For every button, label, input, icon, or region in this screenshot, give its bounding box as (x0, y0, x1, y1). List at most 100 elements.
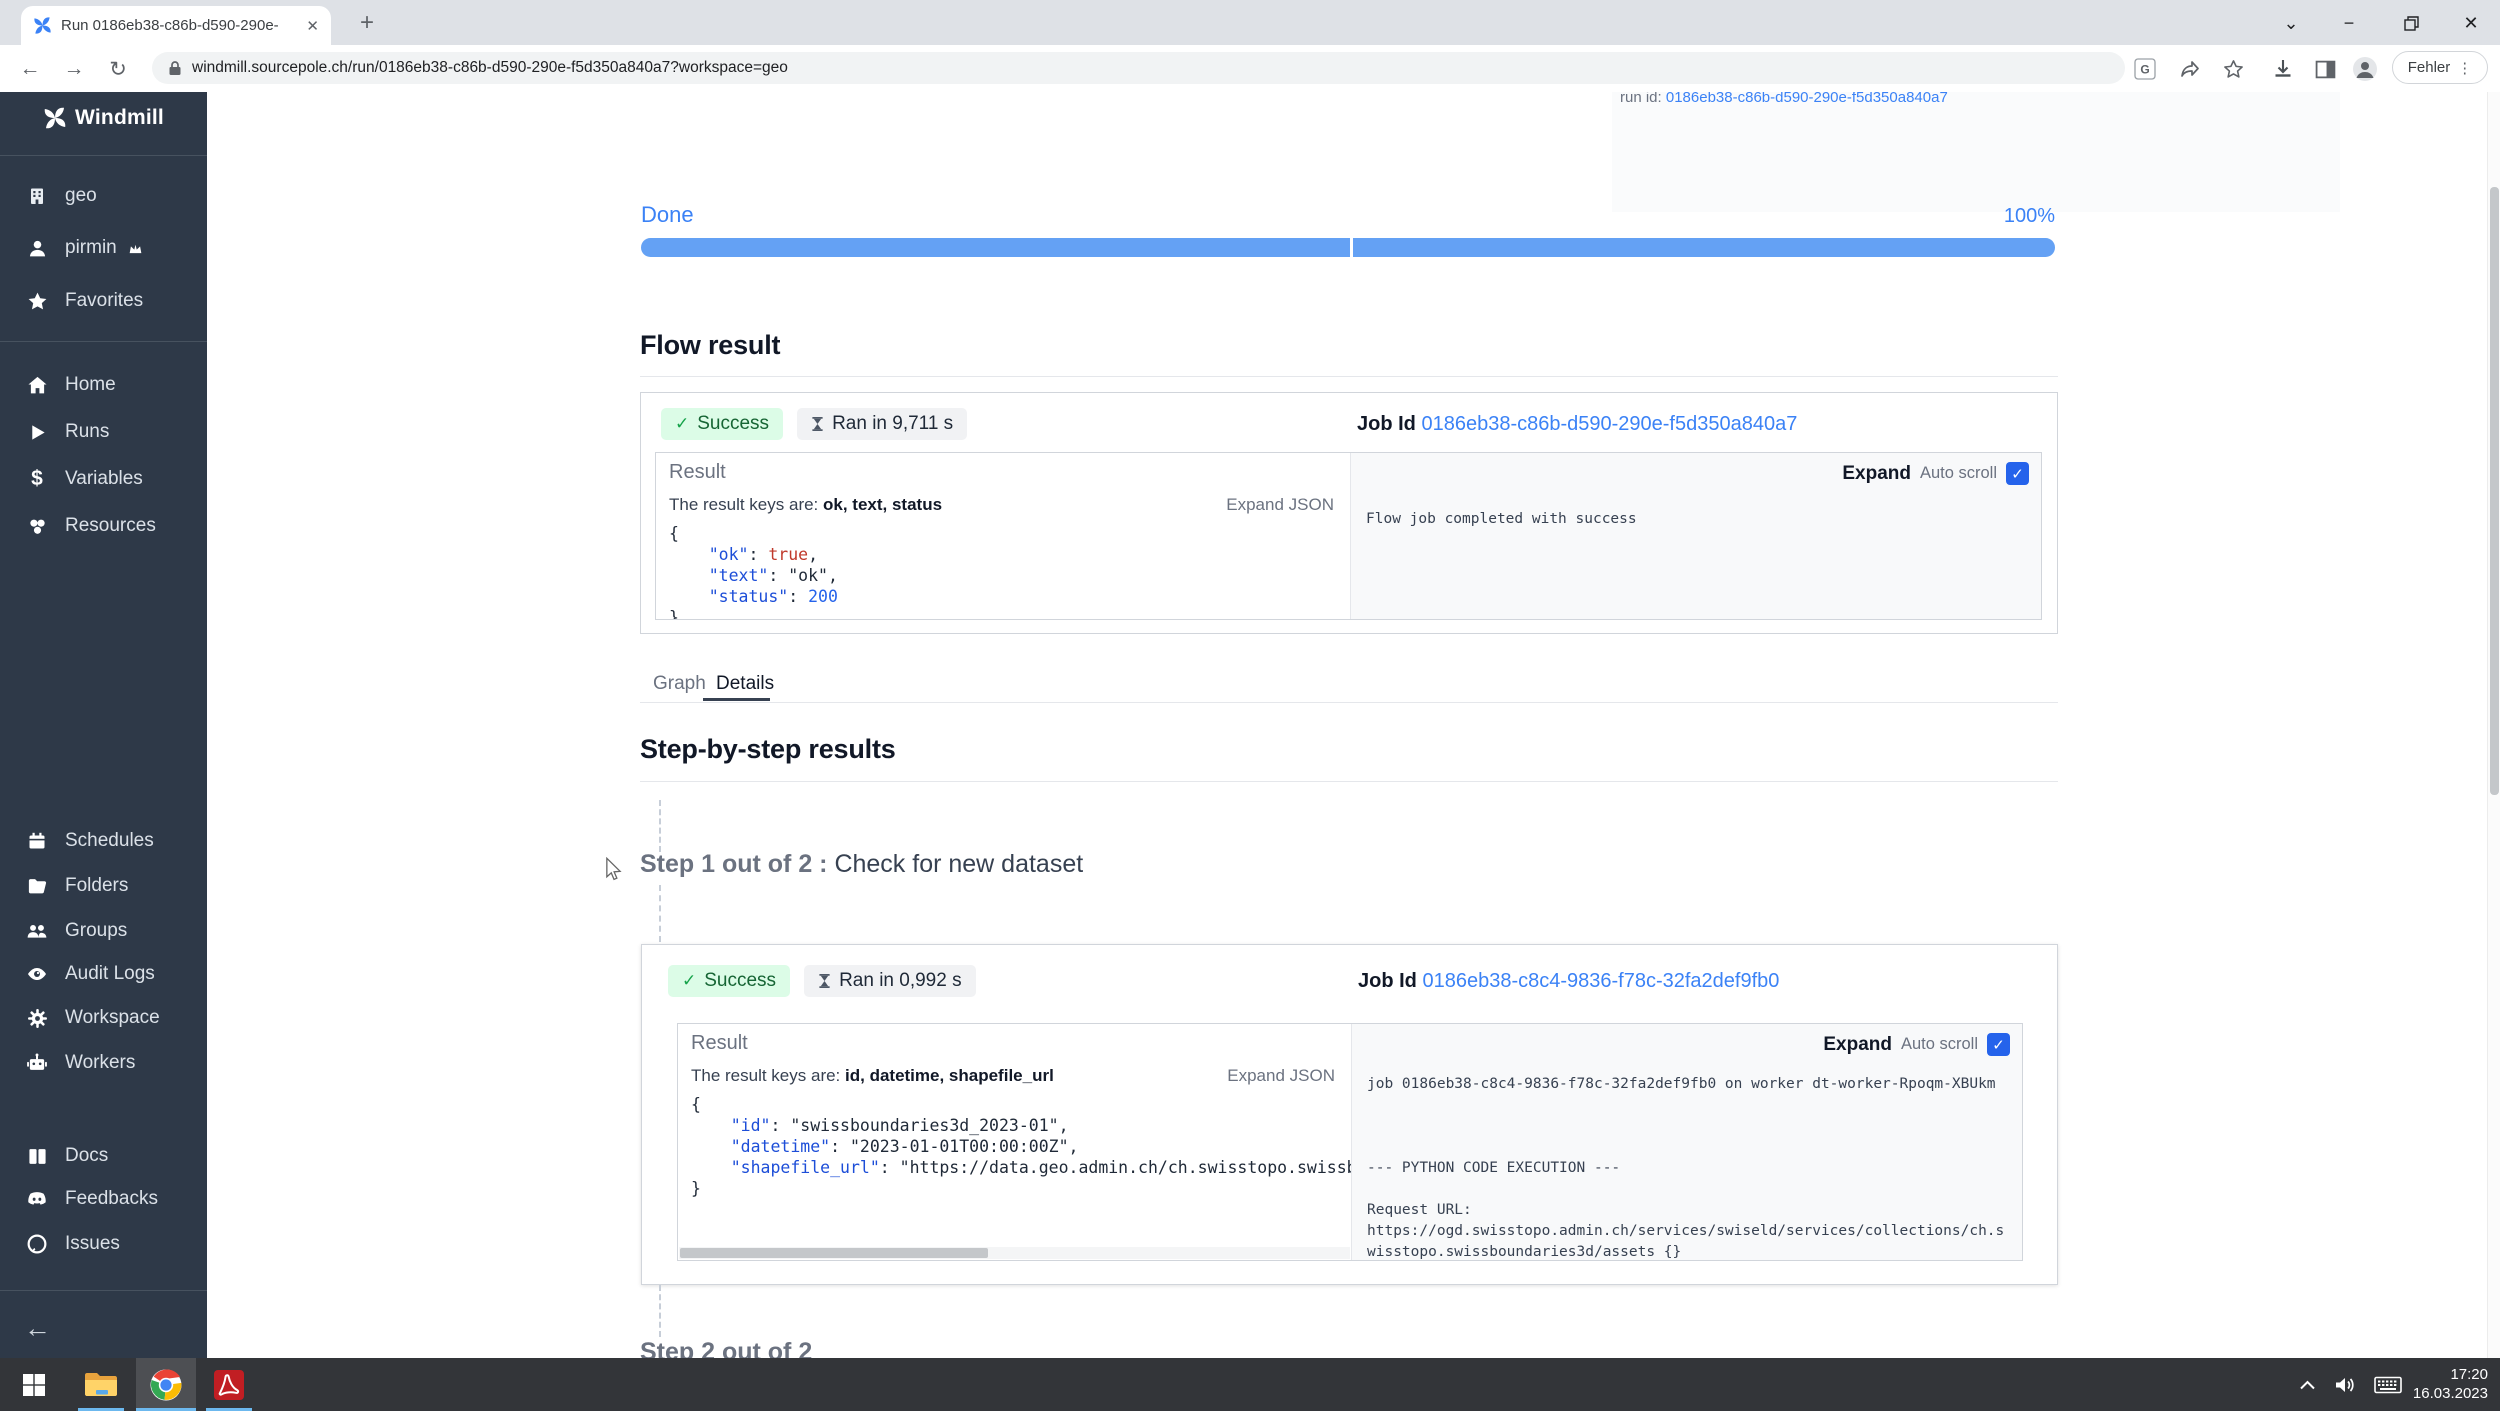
profile-error-button[interactable]: Fehler ⋮ (2392, 51, 2488, 84)
result-panel: Result The result keys are: id, datetime… (677, 1023, 2023, 1261)
side-panel-icon[interactable] (2312, 56, 2338, 82)
sidebar-item-user-pirmin[interactable]: pirmin (26, 237, 143, 259)
check-icon: ✓ (675, 414, 689, 434)
browser-tab[interactable]: Run 0186eb38-c86b-d590-290e- ✕ (21, 6, 331, 45)
auto-scroll-checkbox[interactable]: ✓ (1987, 1033, 2010, 1056)
address-bar[interactable]: windmill.sourcepole.ch/run/0186eb38-c86b… (152, 52, 2125, 84)
start-button[interactable] (8, 1358, 60, 1411)
sidebar-item-workspace-settings[interactable]: Workspace (26, 1007, 160, 1029)
page-scrollbar[interactable] (2487, 92, 2500, 1358)
sidebar-item-variables[interactable]: $ Variables (26, 468, 143, 490)
divider (640, 376, 2058, 377)
tray-chevron-up-icon[interactable] (2299, 1379, 2316, 1391)
log-panel: Expand Auto scroll ✓ Flow job completed … (1350, 453, 2041, 619)
scrollbar-thumb[interactable] (2490, 187, 2499, 795)
windmill-logo[interactable]: Windmill (0, 106, 207, 130)
new-tab-button[interactable]: + (352, 8, 382, 38)
window-close-button[interactable]: ✕ (2448, 8, 2494, 38)
taskbar-clock[interactable]: 17:20 16.03.2023 (2413, 1365, 2488, 1403)
sidebar-item-label: Schedules (65, 830, 154, 852)
flow-connector-line (659, 1285, 661, 1337)
window-minimize-button[interactable]: − (2326, 8, 2372, 38)
tab-title: Run 0186eb38-c86b-d590-290e- (61, 17, 297, 34)
result-label: Result (691, 1032, 748, 1055)
scrollbar-thumb[interactable] (680, 1248, 988, 1258)
expand-json-button[interactable]: Expand JSON (1227, 1066, 1335, 1086)
share-icon[interactable] (2177, 56, 2203, 82)
cubes-icon (26, 515, 48, 537)
expand-log-button[interactable]: Expand (1823, 1034, 1892, 1056)
auto-scroll-label: Auto scroll (1920, 464, 1997, 483)
status-badge-success: ✓ Success (668, 965, 790, 997)
job-id-link[interactable]: 0186eb38-c86b-d590-290e-f5d350a840a7 (1421, 413, 1797, 435)
result-panel: Result The result keys are: ok, text, st… (655, 452, 2042, 620)
job-id-link[interactable]: 0186eb38-c8c4-9836-f78c-32fa2def9fb0 (1422, 970, 1779, 992)
sidebar-item-label: Home (65, 374, 116, 396)
sidebar-item-label: Docs (65, 1145, 108, 1167)
clock-date: 16.03.2023 (2413, 1384, 2488, 1403)
eye-icon (26, 963, 48, 985)
reload-button[interactable]: ↻ (103, 54, 133, 84)
download-icon[interactable] (2270, 56, 2296, 82)
gear-icon (26, 1007, 48, 1029)
acrobat-taskbar-icon[interactable] (200, 1358, 258, 1411)
sidebar-item-feedbacks[interactable]: Feedbacks (26, 1188, 158, 1210)
sidebar-divider (0, 1290, 207, 1291)
keyboard-icon[interactable] (2374, 1375, 2402, 1395)
sidebar-item-groups[interactable]: Groups (26, 920, 127, 942)
divider (640, 702, 2058, 703)
translate-icon[interactable]: G (2132, 56, 2158, 82)
log-panel: Expand Auto scroll ✓ job 0186eb38-c8c4-9… (1351, 1024, 2022, 1260)
check-icon: ✓ (682, 971, 696, 991)
chrome-taskbar-icon[interactable] (136, 1358, 196, 1411)
forward-button[interactable]: → (59, 54, 89, 84)
profile-avatar-icon[interactable] (2352, 56, 2378, 82)
auto-scroll-label: Auto scroll (1901, 1035, 1978, 1054)
divider (640, 781, 2058, 782)
user-icon (26, 237, 48, 259)
job-id-row: Job Id 0186eb38-c86b-d590-290e-f5d350a84… (1357, 413, 1797, 436)
horizontal-scrollbar[interactable] (679, 1247, 1350, 1259)
flow-log-text: Flow job completed with success (1366, 509, 2028, 530)
bookmark-star-icon[interactable] (2220, 56, 2246, 82)
volume-icon[interactable] (2334, 1375, 2356, 1395)
sidebar-item-home[interactable]: Home (26, 374, 116, 396)
file-explorer-taskbar-icon[interactable] (72, 1358, 130, 1411)
tab-details[interactable]: Details (716, 673, 774, 695)
sidebar-divider (0, 341, 207, 342)
window-chevron-button[interactable]: ⌄ (2268, 8, 2314, 38)
sidebar-item-docs[interactable]: Docs (26, 1145, 108, 1167)
duration-badge: Ran in 9,711 s (797, 408, 967, 440)
step1-result-box: ✓ Success Ran in 0,992 s Job Id 0186eb38… (641, 944, 2058, 1285)
groups-icon (26, 920, 48, 942)
more-menu-icon[interactable]: ⋮ (2457, 59, 2472, 77)
collapse-sidebar-button[interactable]: ← (24, 1313, 51, 1344)
sidebar-item-runs[interactable]: Runs (26, 421, 109, 443)
result-json: { "ok": true, "text": "ok", "status": 20… (669, 523, 1350, 619)
sidebar-item-workers[interactable]: Workers (26, 1052, 135, 1074)
browser-tab-bar: Run 0186eb38-c86b-d590-290e- ✕ + ⌄ − ✕ (0, 0, 2500, 45)
sidebar-item-label: geo (65, 185, 97, 207)
tab-close-icon[interactable]: ✕ (306, 17, 319, 35)
sidebar-item-folders[interactable]: Folders (26, 875, 128, 897)
sidebar-item-resources[interactable]: Resources (26, 515, 156, 537)
sidebar-item-issues[interactable]: Issues (26, 1233, 120, 1255)
result-keys-line: The result keys are: ok, text, status (669, 495, 942, 515)
run-id-panel: run id: 0186eb38-c86b-d590-290e-f5d350a8… (1612, 92, 2340, 212)
home-icon (26, 374, 48, 396)
sidebar-item-label: Groups (65, 920, 127, 942)
window-restore-button[interactable] (2388, 8, 2434, 38)
run-id-link[interactable]: 0186eb38-c86b-d590-290e-f5d350a840a7 (1666, 92, 1948, 106)
back-button[interactable]: ← (15, 54, 45, 84)
check-icon: ✓ (1992, 1036, 2005, 1054)
step-results-heading: Step-by-step results (640, 734, 896, 765)
sidebar-item-favorites[interactable]: Favorites (26, 290, 143, 312)
expand-json-button[interactable]: Expand JSON (1226, 495, 1334, 515)
expand-log-button[interactable]: Expand (1842, 463, 1911, 485)
sidebar-item-schedules[interactable]: Schedules (26, 830, 154, 852)
tab-graph[interactable]: Graph (653, 673, 706, 695)
auto-scroll-checkbox[interactable]: ✓ (2006, 462, 2029, 485)
play-icon (26, 421, 48, 443)
sidebar-item-workspace-geo[interactable]: geo (26, 185, 97, 207)
sidebar-item-audit-logs[interactable]: Audit Logs (26, 963, 155, 985)
